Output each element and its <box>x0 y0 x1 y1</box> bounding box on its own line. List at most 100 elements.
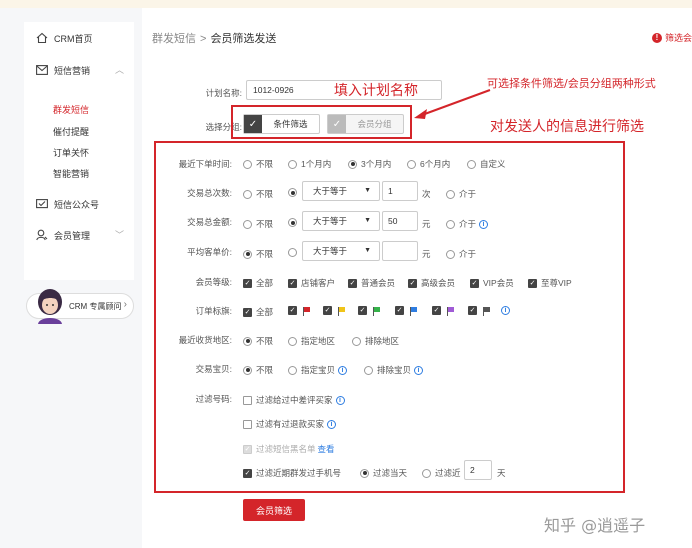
sidebar-sub-payment-reminder[interactable]: 催付提醒 <box>53 125 89 138</box>
sidebar-menu: CRM首页 短信营销 ︿ 群发短信 催付提醒 订单关怀 智能营销 短信公众号 会… <box>24 22 134 280</box>
sidebar-item-sms-official[interactable]: 短信公众号 <box>24 193 134 215</box>
trade-item-option[interactable]: 指定宝贝 i <box>288 364 348 376</box>
order-flag-green[interactable]: ✓ <box>358 306 381 316</box>
filter-recent-sent-checkbox[interactable]: ✓ 过滤近期群发过手机号 <box>243 467 341 479</box>
trade-count-select[interactable]: 大于等于 ▼ <box>302 181 380 201</box>
caret-down-icon: ▼ <box>364 187 371 194</box>
check-icon: ✓ <box>328 115 346 133</box>
filter-numbers-label: 过滤号码: <box>195 394 232 404</box>
annotation-two-forms: 可选择条件筛选/会员分组两种形式 <box>487 77 656 90</box>
member-level-checkbox[interactable]: ✓ VIP会员 <box>470 277 514 289</box>
region-option[interactable]: 排除地区 <box>352 335 399 347</box>
filter-warning[interactable]: ! 筛选会 <box>651 31 692 44</box>
sidebar-item-crm-home[interactable]: CRM首页 <box>24 27 134 49</box>
filter-today-radio[interactable]: 过滤当天 <box>360 467 407 479</box>
sidebar: CRM首页 短信营销 ︿ 群发短信 催付提醒 订单关怀 智能营销 短信公众号 会… <box>0 8 142 548</box>
member-level-checkbox[interactable]: ✓ 至尊VIP <box>528 277 572 289</box>
trade-item-option[interactable]: 不限 <box>243 364 273 376</box>
trade-count-unlimited[interactable]: 不限 <box>243 188 273 200</box>
check-icon: ✓ <box>244 115 262 133</box>
tab-member-group[interactable]: ✓ 会员分组 <box>327 114 404 134</box>
filter-days-input[interactable]: 2 <box>464 460 492 480</box>
alert-icon: ! <box>651 32 662 43</box>
trade-amount-label: 交易总金额: <box>187 217 232 227</box>
order-flag-purple[interactable]: ✓ <box>432 306 455 316</box>
trade-count-input[interactable]: 1 <box>382 181 418 201</box>
sidebar-sub-order-care[interactable]: 订单关怀 <box>53 146 89 159</box>
trade-amount-input[interactable]: 50 <box>382 211 418 231</box>
tab-member-label: 会员分组 <box>357 119 392 129</box>
sidebar-item-label: 短信营销 <box>54 65 91 76</box>
consultant-avatar <box>38 289 62 324</box>
trade-amount-unlimited[interactable]: 不限 <box>243 218 273 230</box>
filter-bad-review-checkbox[interactable]: 过滤给过中差评买家 i <box>243 394 345 406</box>
annotation-filter-info: 对发送人的信息进行筛选 <box>490 119 644 135</box>
trade-amount-select[interactable]: 大于等于 ▼ <box>302 211 380 231</box>
top-strip <box>0 0 692 8</box>
avg-price-unlimited[interactable]: 不限 <box>243 248 273 260</box>
flag-icon <box>303 306 311 316</box>
region-option[interactable]: 指定地区 <box>288 335 335 347</box>
view-blacklist-link[interactable]: 查看 <box>318 443 335 455</box>
filter-days-unit: 天 <box>497 468 506 478</box>
sidebar-sub-mass-sms[interactable]: 群发短信 <box>53 103 89 116</box>
member-level-checkbox[interactable]: ✓ 全部 <box>243 277 273 289</box>
recent-order-option[interactable]: 不限 <box>243 158 273 170</box>
info-icon[interactable]: i <box>327 419 337 429</box>
user-icon <box>34 228 50 242</box>
sidebar-item-member-management[interactable]: 会员管理 ﹀ <box>24 224 134 246</box>
watermark-text: 知乎 @逍遥子 <box>544 516 646 535</box>
info-icon[interactable]: i <box>501 306 510 315</box>
trade-amount-between[interactable]: 介于 i <box>446 218 489 230</box>
breadcrumb: 群发短信 > 会员筛选发送 <box>152 30 276 46</box>
order-flag-label: 订单标旗: <box>195 306 232 316</box>
recent-order-option[interactable]: 1个月内 <box>288 158 331 170</box>
breadcrumb-parent[interactable]: 群发短信 <box>152 33 196 45</box>
region-option[interactable]: 不限 <box>243 335 273 347</box>
tab-condition-filter[interactable]: ✓ 条件筛选 <box>243 114 320 134</box>
sidebar-item-sms-marketing[interactable]: 短信营销 ︿ <box>24 59 134 81</box>
filter-recent-radio[interactable]: 过滤近 <box>422 467 461 479</box>
member-filter-button[interactable]: 会员筛选 <box>243 499 305 521</box>
avg-price-range-radio[interactable] <box>288 248 301 257</box>
chevron-right-icon: › <box>123 299 127 310</box>
trade-count-unit: 次 <box>422 189 431 199</box>
recent-order-option[interactable]: 3个月内 <box>348 158 391 170</box>
flag-icon <box>483 306 491 316</box>
order-flag-red[interactable]: ✓ <box>288 306 311 316</box>
member-level-checkbox[interactable]: ✓ 普通会员 <box>348 277 395 289</box>
order-flag-gray[interactable]: ✓ i <box>468 306 510 316</box>
annotation-arrow <box>414 89 491 119</box>
info-icon[interactable]: i <box>414 365 424 375</box>
trade-amount-unit: 元 <box>422 219 431 229</box>
warning-text: 筛选会 <box>664 33 692 43</box>
flag-icon <box>410 306 418 316</box>
filter-blacklist-checkbox: ✓ 过滤短信黑名单 查看 <box>243 443 335 455</box>
trade-count-between[interactable]: 介于 <box>446 188 476 200</box>
info-icon[interactable]: i <box>479 219 489 229</box>
sidebar-sub-smart-marketing[interactable]: 智能营销 <box>53 167 89 180</box>
member-level-checkbox[interactable]: ✓ 店铺客户 <box>288 277 335 289</box>
chevron-up-icon: ︿ <box>114 65 124 75</box>
recent-order-option[interactable]: 自定义 <box>467 158 506 170</box>
info-icon[interactable]: i <box>338 365 348 375</box>
avg-price-select[interactable]: 大于等于 ▼ <box>302 241 380 261</box>
flag-icon <box>338 306 346 316</box>
trade-item-label: 交易宝贝: <box>195 364 232 374</box>
trade-amount-range-radio[interactable] <box>288 218 301 227</box>
avg-price-between[interactable]: 介于 <box>446 248 476 260</box>
order-flag-yellow[interactable]: ✓ <box>323 306 346 316</box>
order-flag-all[interactable]: ✓ 全部 <box>243 306 273 318</box>
order-flag-blue[interactable]: ✓ <box>395 306 418 316</box>
info-icon[interactable]: i <box>335 395 345 405</box>
breadcrumb-separator: > <box>200 33 207 45</box>
member-level-checkbox[interactable]: ✓ 高级会员 <box>408 277 455 289</box>
sidebar-item-label: 短信公众号 <box>54 199 100 210</box>
filter-refund-checkbox[interactable]: 过滤有过退款买家 i <box>243 418 337 430</box>
recent-order-option[interactable]: 6个月内 <box>407 158 450 170</box>
annotation-fill-name: 填入计划名称 <box>334 83 418 99</box>
recent-order-label: 最近下单时间: <box>178 159 232 169</box>
avg-price-input[interactable] <box>382 241 418 261</box>
trade-item-option[interactable]: 排除宝贝 i <box>364 364 424 376</box>
trade-count-range-radio[interactable] <box>288 188 301 197</box>
